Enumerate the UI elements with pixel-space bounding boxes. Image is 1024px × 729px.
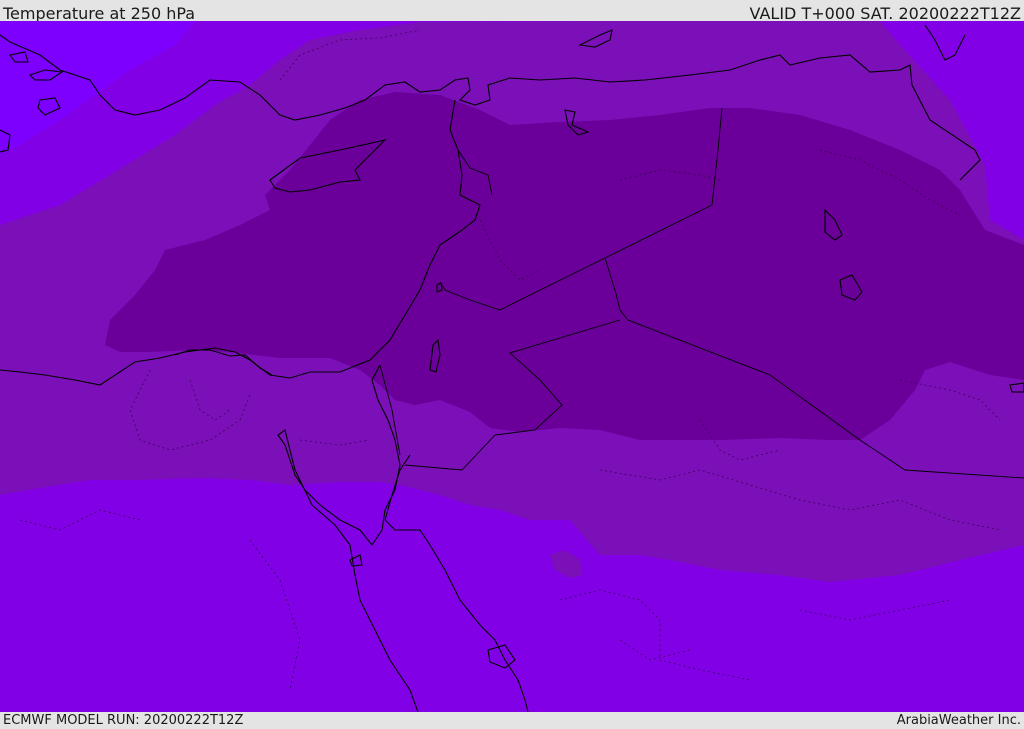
- map-canvas[interactable]: [0, 21, 1024, 712]
- header-bar: Temperature at 250 hPa VALID T+000 SAT. …: [0, 0, 1024, 23]
- credit-label: ArabiaWeather Inc.: [896, 713, 1021, 728]
- model-run-label: ECMWF MODEL RUN: 20200222T12Z: [3, 713, 244, 728]
- footer-bar: ECMWF MODEL RUN: 20200222T12Z ArabiaWeat…: [0, 712, 1024, 729]
- temperature-map: [0, 21, 1024, 712]
